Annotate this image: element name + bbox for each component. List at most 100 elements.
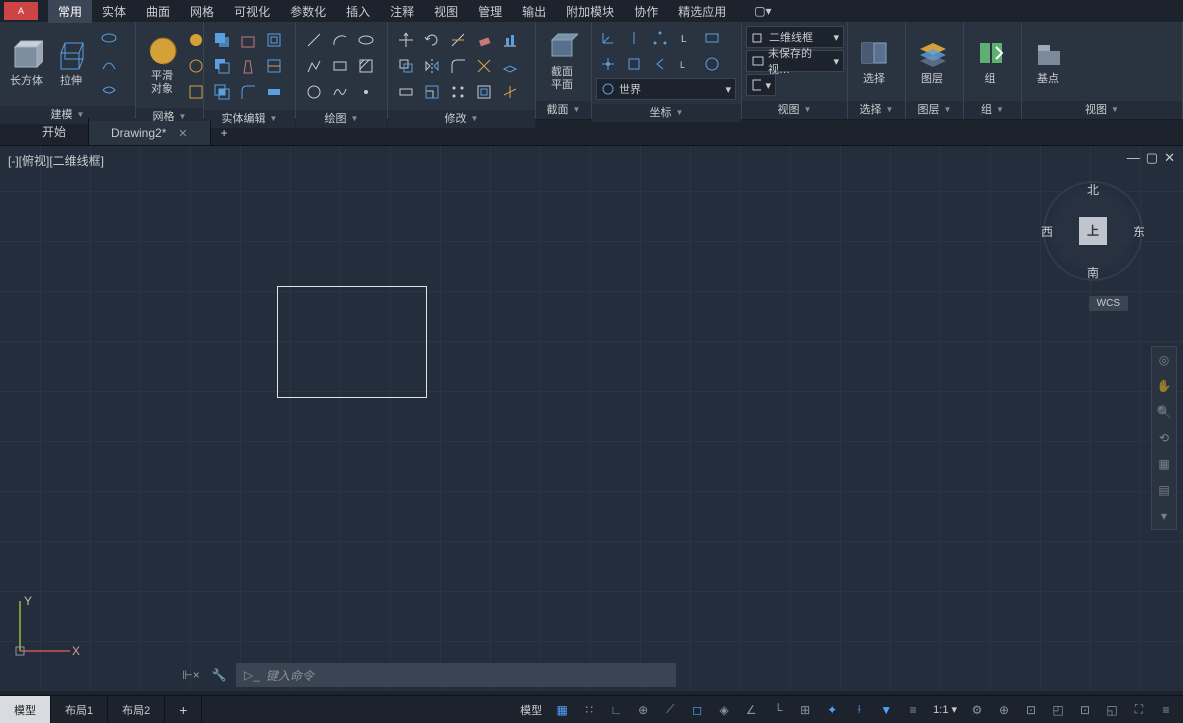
ucs-named-button[interactable]: L [674,52,698,76]
explode-button[interactable] [472,54,496,78]
ortho-toggle-icon[interactable]: ∟ [603,697,629,723]
box-button[interactable]: 长方体 [4,26,49,102]
cmd-close-icon[interactable]: ⊩× [180,664,202,686]
nav-options-icon[interactable]: ▤ [1152,477,1176,503]
nav-zoom-icon[interactable]: 🔍 [1152,399,1176,425]
menu-tab-insert[interactable]: 插入 [336,0,380,23]
cmd-customize-icon[interactable]: 🔧 [208,664,230,686]
ucs-origin-button[interactable] [596,52,620,76]
panel-draw-label[interactable]: 绘图▼ [296,110,387,128]
close-icon[interactable]: ✕ [178,127,187,140]
otrack-icon[interactable]: ∠ [738,697,764,723]
nav-showmotion-icon[interactable]: ▦ [1152,451,1176,477]
ucs-icon-button[interactable] [596,26,620,50]
extrude-button[interactable]: 拉伸 [49,26,93,102]
3dosnap-icon[interactable]: ◈ [711,697,737,723]
cleanscreen-icon[interactable]: ⛶ [1126,697,1152,723]
erase-button[interactable] [472,28,496,52]
array-button[interactable] [446,80,470,104]
ucs-obj-button[interactable] [622,52,646,76]
dyninput-icon[interactable]: ⊞ [792,697,818,723]
nav-orbit-icon[interactable]: ⟲ [1152,425,1176,451]
offset-button[interactable] [472,80,496,104]
menu-tab-view[interactable]: 视图 [424,0,468,23]
circle-button[interactable] [302,80,326,104]
layout-tab-model[interactable]: 模型 [0,696,51,723]
ucs-combo[interactable]: 世界▾ [596,78,736,100]
ucs-prev-button[interactable] [648,52,672,76]
menu-tab-collab[interactable]: 协作 [624,0,668,23]
menu-tab-output[interactable]: 输出 [512,0,556,23]
rectangle-button[interactable] [328,54,352,78]
menu-tab-home[interactable]: 常用 [48,0,92,23]
panel-base-label[interactable]: 视图▼ [1022,101,1182,119]
taper-face-button[interactable] [236,54,260,78]
panel-select-label[interactable]: 选择▼ [848,101,905,119]
revolve-button[interactable] [97,26,121,50]
stretch-button[interactable] [394,80,418,104]
status-model[interactable]: 模型 [514,702,548,718]
3dalign-button[interactable] [498,54,522,78]
menu-overflow-icon[interactable]: ▢▾ [746,2,779,20]
ucs-world-button[interactable] [700,52,724,76]
smooth-button[interactable]: 平滑对象 [140,26,184,104]
point-button[interactable] [354,80,378,104]
intersect-button[interactable] [210,80,234,104]
panel-section-label[interactable]: 截面▼ [536,101,591,119]
nav-pan-icon[interactable]: ✋ [1152,373,1176,399]
wcs-badge[interactable]: WCS [1089,296,1128,311]
sel-cycle-icon[interactable]: ✦ [819,697,845,723]
layout-tab-1[interactable]: 布局1 [51,696,108,723]
units-icon[interactable]: ⊡ [1018,697,1044,723]
gizmo-icon[interactable]: ⟊ [846,697,872,723]
shell-button[interactable] [262,28,286,52]
menu-tab-annotate[interactable]: 注释 [380,0,424,23]
slice-button[interactable] [262,54,286,78]
anno-monitor-icon[interactable]: ⊕ [991,697,1017,723]
polar-toggle-icon[interactable]: ⊕ [630,697,656,723]
menu-tab-parametric[interactable]: 参数化 [280,0,336,23]
menu-tab-mesh[interactable]: 网格 [180,0,224,23]
layers-button[interactable]: 图层 [910,26,954,97]
grid-toggle-icon[interactable]: ▦ [549,697,575,723]
select-button[interactable]: 选择 [852,26,896,97]
sweep-button[interactable] [97,78,121,102]
filter-icon[interactable]: ▼ [873,697,899,723]
menu-tab-featured[interactable]: 精选应用 [668,0,736,23]
union-button[interactable] [210,28,234,52]
ellipse-button[interactable] [354,28,378,52]
section-plane-button[interactable]: 截面平面 [540,26,584,97]
command-input[interactable]: ▷_ 键入命令 [236,663,676,687]
maximize-icon[interactable]: ▢ [1146,150,1158,166]
scale-button[interactable] [420,80,444,104]
nav-expand-icon[interactable]: ▾ [1152,503,1176,529]
base-button[interactable]: 基点 [1026,26,1070,97]
polyline-button[interactable] [302,54,326,78]
osnap-toggle-icon[interactable]: ◻ [684,697,710,723]
anno-scale[interactable]: 1:1 ▾ [927,703,963,716]
menu-tab-solid[interactable]: 实体 [92,0,136,23]
close-viewport-icon[interactable]: ✕ [1164,150,1175,166]
menu-tab-addins[interactable]: 附加模块 [556,0,624,23]
viewcube-west[interactable]: 西 [1041,223,1053,240]
spline-button[interactable] [328,80,352,104]
drawn-rectangle[interactable] [277,286,427,398]
snap-toggle-icon[interactable]: ∷ [576,697,602,723]
viewcube-north[interactable]: 北 [1043,181,1143,198]
lineweight-icon[interactable]: ≡ [900,697,926,723]
rotate-button[interactable] [420,28,444,52]
app-icon[interactable]: A [4,2,38,20]
viewcube-east[interactable]: 东 [1133,223,1145,240]
panel-modify-label[interactable]: 修改▼ [388,110,535,128]
file-tab-add[interactable]: + [211,121,238,145]
drawing-canvas[interactable]: [-][俯视][二维线框] — ▢ ✕ 北 南 东 西 上 WCS ◎ ✋ 🔍 … [0,146,1183,691]
ucs-view-button[interactable] [700,26,724,50]
isodraft-icon[interactable]: ⟋ [657,697,683,723]
move-button[interactable] [394,28,418,52]
copy-button[interactable] [394,54,418,78]
mirror-button[interactable] [420,54,444,78]
ucs-icon[interactable]: Y X [10,591,80,661]
layout-tab-add[interactable]: + [165,696,202,723]
layout-tab-2[interactable]: 布局2 [108,696,165,723]
customize-status-icon[interactable]: ≡ [1153,697,1179,723]
